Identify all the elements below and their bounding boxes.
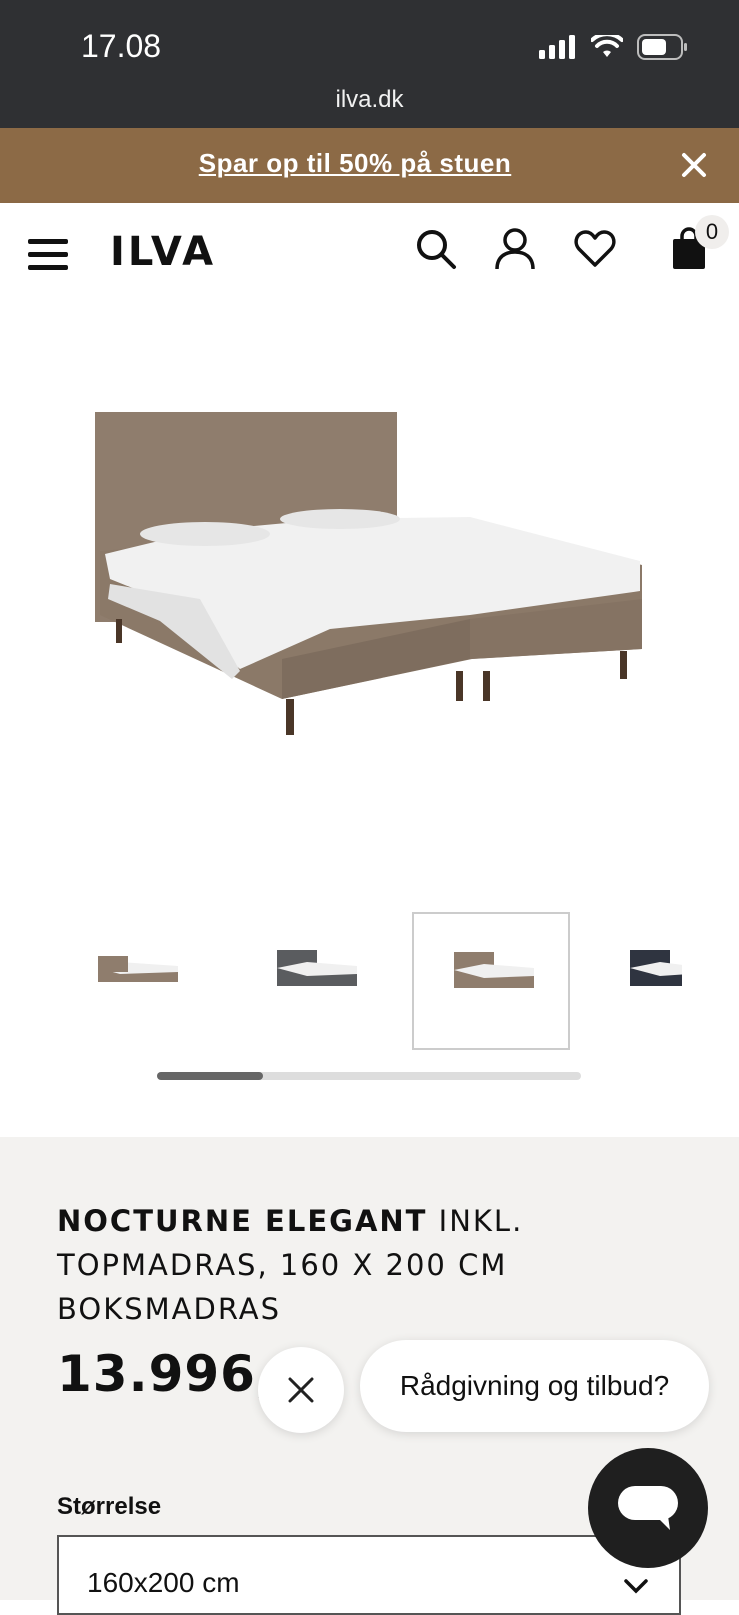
menu-icon[interactable] [28, 239, 68, 271]
bed-illustration [95, 412, 642, 735]
thumbnail-1[interactable] [60, 912, 218, 1050]
chat-prompt-bubble[interactable]: Rådgivning og tilbud? [360, 1340, 709, 1432]
thumbnail-strip [0, 912, 739, 1052]
status-icons [539, 34, 689, 60]
cart-count-badge: 0 [695, 215, 729, 249]
product-title-name: NOCTURNE ELEGANT [57, 1204, 428, 1238]
account-icon[interactable] [493, 227, 537, 271]
status-bar: 17.08 ilva.dk [0, 0, 739, 128]
size-selected-value: 160x200 cm [87, 1567, 240, 1598]
thumbnail-3[interactable] [412, 912, 570, 1050]
promo-banner: Spar op til 50% på stuen [0, 128, 739, 203]
thumbnail-4[interactable] [610, 912, 682, 1050]
product-image[interactable] [0, 299, 739, 889]
gallery-scrollbar[interactable] [157, 1072, 581, 1080]
battery-icon [637, 34, 687, 60]
thumbnail-2[interactable] [237, 912, 395, 1050]
gallery-scrollbar-thumb[interactable] [157, 1072, 263, 1080]
site-header: ILVA 0 [0, 203, 739, 299]
chat-icon [618, 1486, 678, 1530]
product-title: NOCTURNE ELEGANT INKL. TOPMADRAS, 160 X … [57, 1199, 697, 1331]
close-icon [288, 1377, 314, 1403]
search-icon[interactable] [414, 227, 458, 271]
browser-url[interactable]: ilva.dk [0, 86, 739, 114]
chevron-down-icon [624, 1579, 648, 1594]
status-time: 17.08 [81, 28, 162, 64]
size-select[interactable]: 160x200 cm [57, 1535, 681, 1615]
chat-launcher-button[interactable] [588, 1448, 708, 1568]
chat-prompt-close-button[interactable] [258, 1347, 344, 1433]
heart-icon[interactable] [573, 227, 617, 271]
signal-icon [539, 35, 575, 59]
wifi-icon [591, 35, 623, 57]
size-label: Størrelse [57, 1493, 162, 1520]
promo-link[interactable]: Spar op til 50% på stuen [0, 148, 710, 179]
close-icon[interactable] [679, 150, 709, 180]
ilva-logo[interactable]: ILVA [110, 229, 216, 275]
thumbnail-1-headboard [98, 956, 128, 972]
